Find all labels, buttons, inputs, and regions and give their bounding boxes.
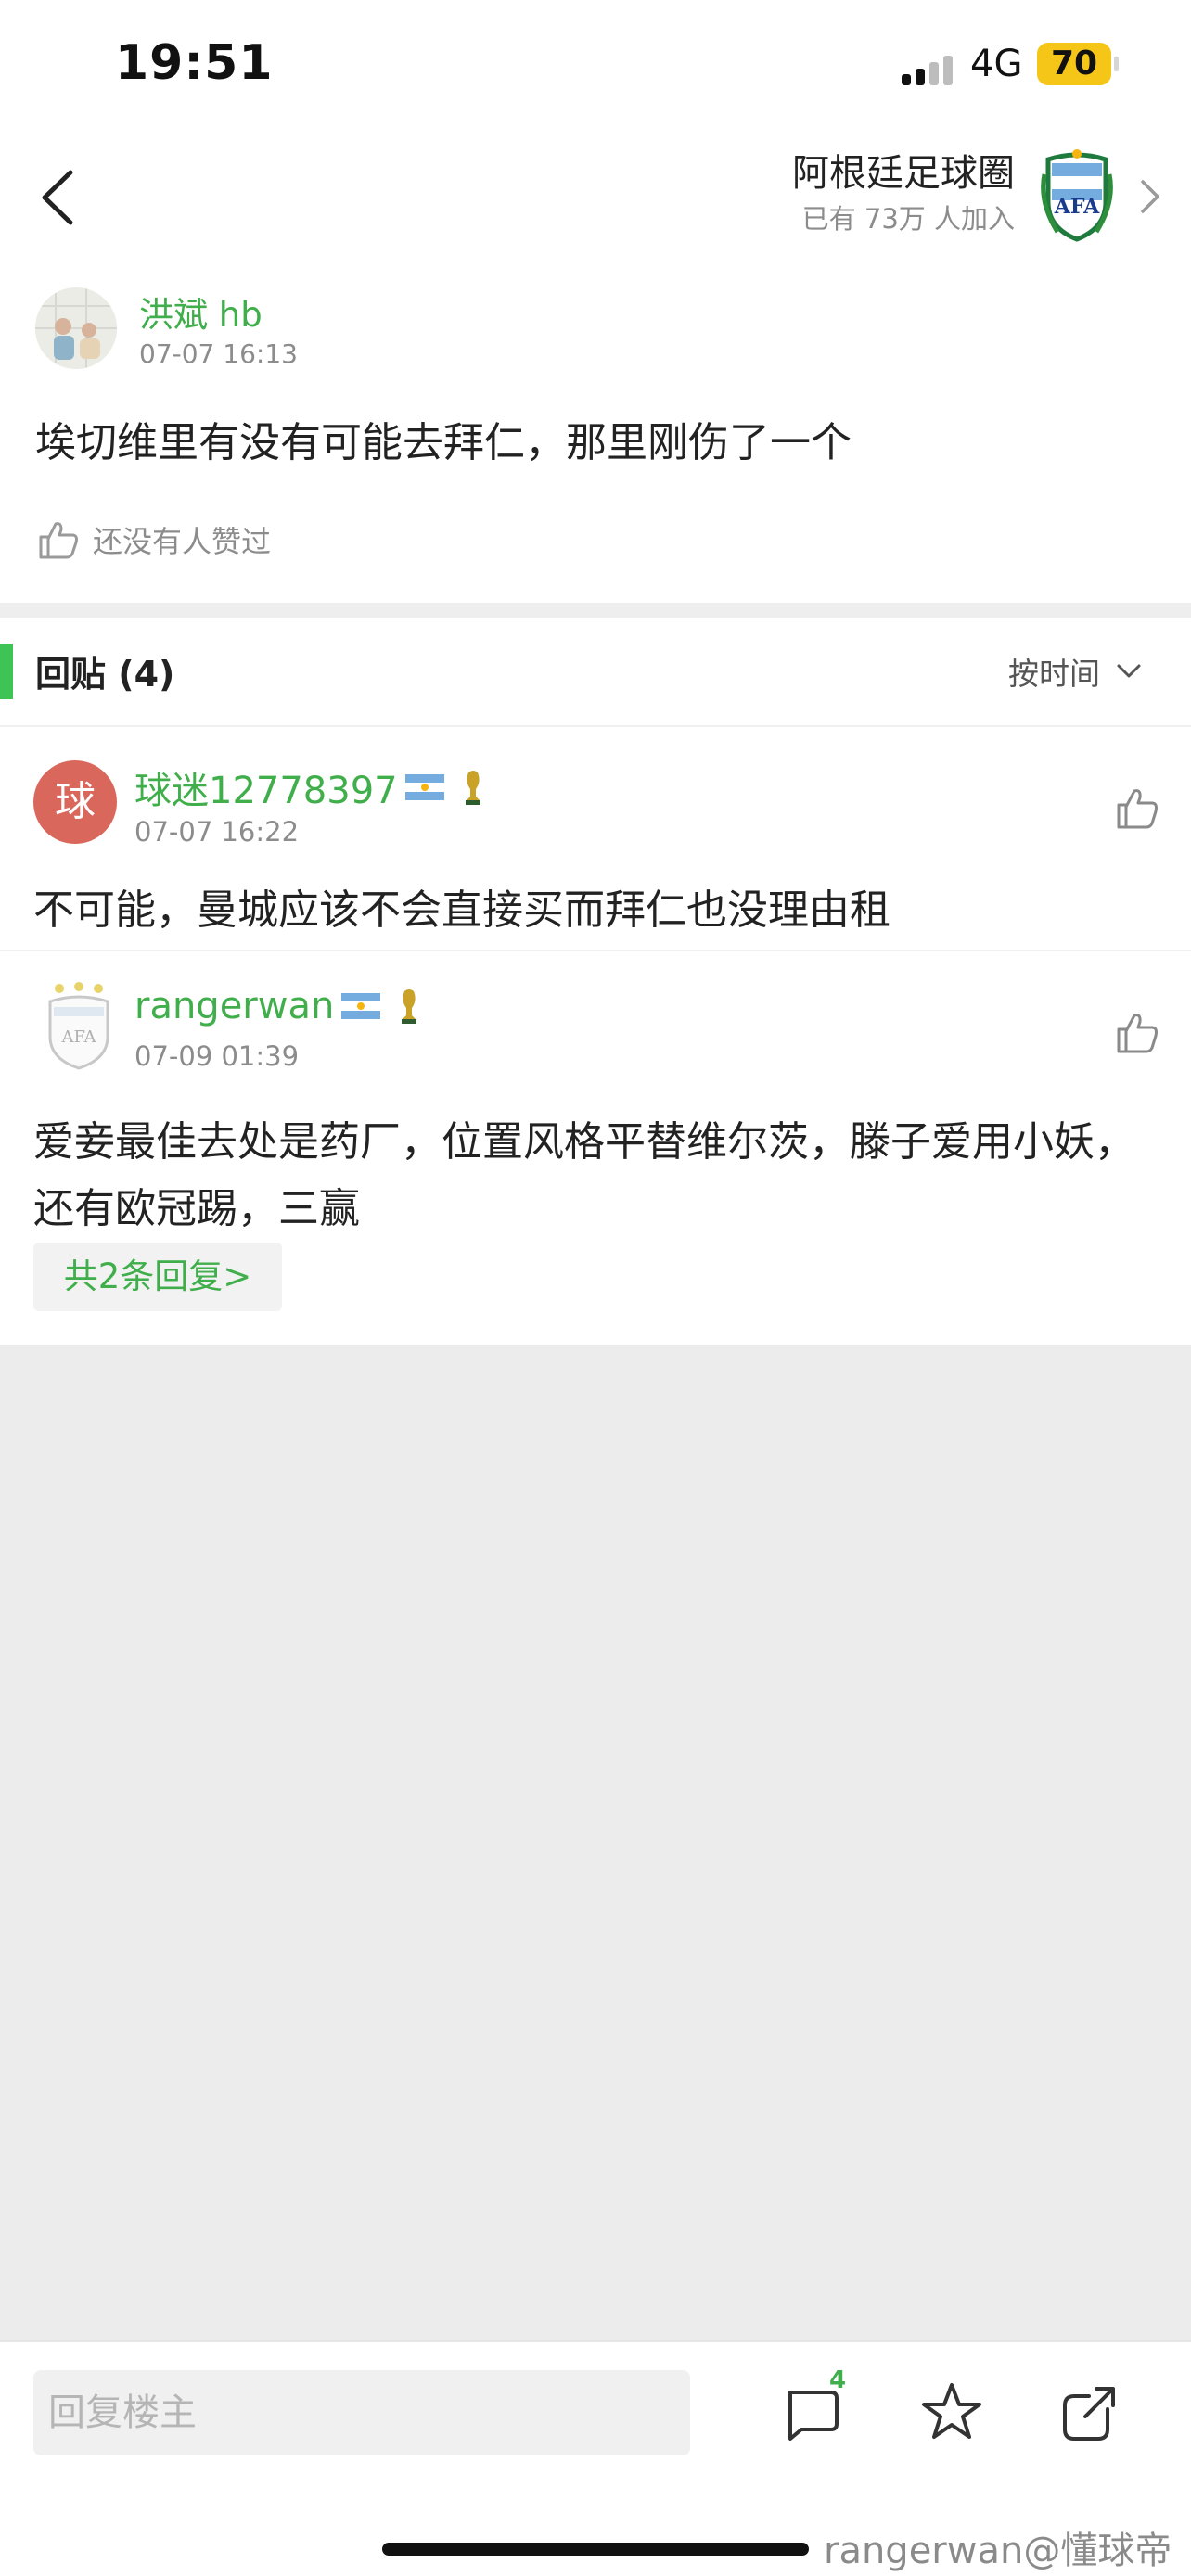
back-arrow-icon[interactable] (33, 165, 83, 230)
nav-bar: 阿根廷足球圈 已有 73万 人加入 AFA (0, 130, 1191, 264)
circle-members: 已有 73万 人加入 (801, 203, 1015, 235)
signal-icon (902, 56, 955, 85)
empty-area (0, 1345, 1191, 2340)
thumbs-up-icon[interactable] (1111, 783, 1163, 835)
star-icon[interactable] (916, 2378, 987, 2448)
svg-text:AFA: AFA (61, 1027, 97, 1047)
post-body: 埃切维里有没有可能去拜仁，那里刚伤了一个 (35, 419, 852, 466)
circle-info[interactable]: 阿根廷足球圈 已有 73万 人加入 (792, 148, 1015, 239)
chevron-right-icon[interactable] (1135, 174, 1163, 219)
trophy-icon (402, 989, 417, 1024)
like-status-text: 还没有人赞过 (93, 524, 272, 559)
status-time: 19:51 (115, 35, 274, 91)
comment-count: 4 (829, 2366, 847, 2394)
author-avatar[interactable] (35, 287, 117, 369)
more-replies-button[interactable]: 共2条回复> (33, 1243, 282, 1311)
post-time: 07-07 16:13 (139, 338, 298, 369)
reply-body: 爱妾最佳去处是药厂，位置风格平替维尔茨，滕子爱用小妖，还有欧冠踢，三赢 (33, 1118, 1135, 1232)
status-bar: 19:51 4G 70 (0, 0, 1191, 130)
replies-title: 回贴 (4) (35, 654, 175, 695)
watermark-text: rangerwan@懂球帝 (824, 2530, 1172, 2572)
reply-avatar[interactable]: 球 (33, 760, 117, 844)
post-author[interactable]: 洪斌 hb (139, 287, 263, 337)
home-indicator (382, 2543, 809, 2556)
original-post: 洪斌 hb 07-07 16:13 埃切维里有没有可能去拜仁，那里刚伤了一个 还… (0, 274, 1191, 603)
thumbs-up-icon[interactable] (1111, 1007, 1163, 1059)
post-like-button[interactable]: 还没有人赞过 (35, 516, 271, 563)
battery-icon: 70 (1037, 43, 1111, 85)
reply-body: 不可能，曼城应该不会直接买而拜仁也没理由租 (33, 886, 890, 934)
reply-author-name: 球迷12778397 (134, 770, 398, 812)
argentina-flag-icon (341, 993, 381, 1019)
argentina-flag-icon (404, 774, 444, 800)
reply-item: 球 球迷12778397 07-07 16:22 不可能，曼城应该不会直接买而拜… (0, 729, 1191, 951)
sort-dropdown[interactable]: 按时间 (1008, 649, 1145, 694)
trophy-icon (465, 771, 480, 805)
network-type: 4G (970, 43, 1023, 85)
replies-header: 回贴 (4) 按时间 (0, 618, 1191, 727)
chevron-down-icon (1117, 664, 1141, 678)
afa-logo-icon[interactable]: AFA (1039, 147, 1115, 243)
sort-label: 按时间 (1008, 656, 1100, 692)
section-accent-bar (0, 644, 13, 699)
reply-item: AFA rangerwan 07-09 01:39 爱妾最佳去处是药厂，位置风格… (0, 953, 1191, 1343)
thumbs-up-icon (39, 522, 78, 559)
bottom-bar: 4 rangerwan@懂球帝 (0, 2340, 1191, 2576)
reply-time: 07-09 01:39 (134, 1040, 300, 1072)
reply-input[interactable] (33, 2370, 690, 2455)
reply-author[interactable]: rangerwan (134, 985, 421, 1027)
battery-cap (1114, 57, 1119, 71)
reply-avatar[interactable]: AFA (37, 981, 121, 1072)
reply-time: 07-07 16:22 (134, 816, 300, 848)
reply-author-name: rangerwan (134, 985, 335, 1027)
section-divider (0, 603, 1191, 618)
reply-author[interactable]: 球迷12778397 (134, 760, 485, 814)
svg-text:AFA: AFA (1054, 195, 1100, 219)
share-icon[interactable] (1054, 2378, 1124, 2448)
circle-name: 阿根廷足球圈 (792, 152, 1015, 195)
